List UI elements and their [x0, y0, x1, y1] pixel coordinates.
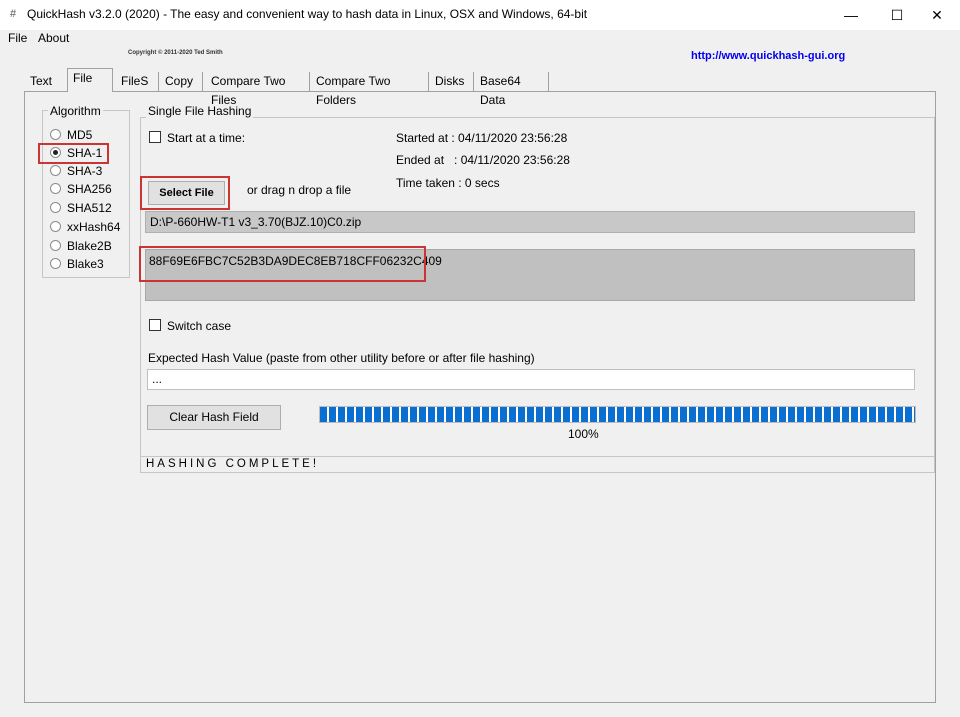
progress-bar-fill — [320, 407, 915, 422]
radio-circle[interactable] — [50, 258, 61, 269]
sha1-highlight-box — [38, 143, 109, 164]
radio-blake2b[interactable]: Blake2B — [50, 237, 112, 255]
tab-disks[interactable]: Disks — [430, 72, 474, 91]
radio-sha512[interactable]: SHA512 — [50, 199, 112, 217]
checkbox-box[interactable] — [149, 319, 161, 331]
status-text: HASHING COMPLETE! — [146, 458, 320, 470]
copyright-text: Copyright © 2011-2020 Ted Smith — [128, 50, 223, 56]
radio-xxhash64[interactable]: xxHash64 — [50, 218, 120, 236]
start-at-time-checkbox[interactable]: Start at a time: — [149, 131, 245, 145]
hash-highlight-box — [139, 246, 426, 282]
checkbox-box[interactable] — [149, 131, 161, 143]
close-button[interactable]: ✕ — [914, 0, 960, 30]
website-link[interactable]: http://www.quickhash-gui.org — [691, 50, 845, 62]
time-taken-text: Time taken : 0 secs — [396, 176, 500, 190]
menu-about[interactable]: About — [38, 31, 69, 45]
tab-compare-two-files[interactable]: Compare Two Files — [206, 72, 310, 107]
radio-sha3[interactable]: SHA-3 — [50, 162, 102, 180]
tab-files[interactable]: FileS — [116, 72, 159, 91]
tab-compare-two-folders[interactable]: Compare Two Folders — [311, 72, 429, 107]
expected-hash-input[interactable]: ... — [147, 369, 915, 390]
radio-circle[interactable] — [50, 183, 61, 194]
radio-blake3[interactable]: Blake3 — [50, 255, 104, 273]
radio-circle[interactable] — [50, 240, 61, 251]
radio-md5[interactable]: MD5 — [50, 126, 92, 144]
app-icon: # — [10, 8, 17, 20]
minimize-button[interactable]: — — [828, 0, 874, 30]
single-file-hashing-legend: Single File Hashing — [146, 104, 254, 118]
tab-file[interactable]: File — [67, 68, 113, 92]
clear-hash-field-button[interactable]: Clear Hash Field — [147, 405, 281, 430]
tab-base64-data[interactable]: Base64 Data — [475, 72, 549, 107]
tab-copy[interactable]: Copy — [160, 72, 203, 91]
tab-text[interactable]: Text — [25, 72, 63, 91]
expected-hash-label: Expected Hash Value (paste from other ut… — [148, 351, 535, 365]
radio-sha256[interactable]: SHA256 — [50, 180, 112, 198]
radio-circle[interactable] — [50, 202, 61, 213]
radio-circle[interactable] — [50, 129, 61, 140]
ended-at-text: Ended at : 04/11/2020 23:56:28 — [396, 153, 570, 167]
progress-percent: 100% — [568, 427, 599, 441]
menu-file[interactable]: File — [8, 31, 27, 45]
window-title: QuickHash v3.2.0 (2020) - The easy and c… — [27, 7, 588, 21]
switch-case-checkbox[interactable]: Switch case — [149, 319, 231, 333]
radio-circle[interactable] — [50, 165, 61, 176]
progress-bar — [319, 406, 916, 423]
file-path-field[interactable]: D:\P-660HW-T1 v3_3.70(BJZ.10)C0.zip — [145, 211, 915, 233]
drag-drop-hint: or drag n drop a file — [247, 183, 352, 197]
select-file-highlight-box — [140, 176, 230, 210]
algorithm-legend: Algorithm — [48, 104, 103, 118]
started-at-text: Started at : 04/11/2020 23:56:28 — [396, 131, 568, 145]
radio-circle[interactable] — [50, 221, 61, 232]
